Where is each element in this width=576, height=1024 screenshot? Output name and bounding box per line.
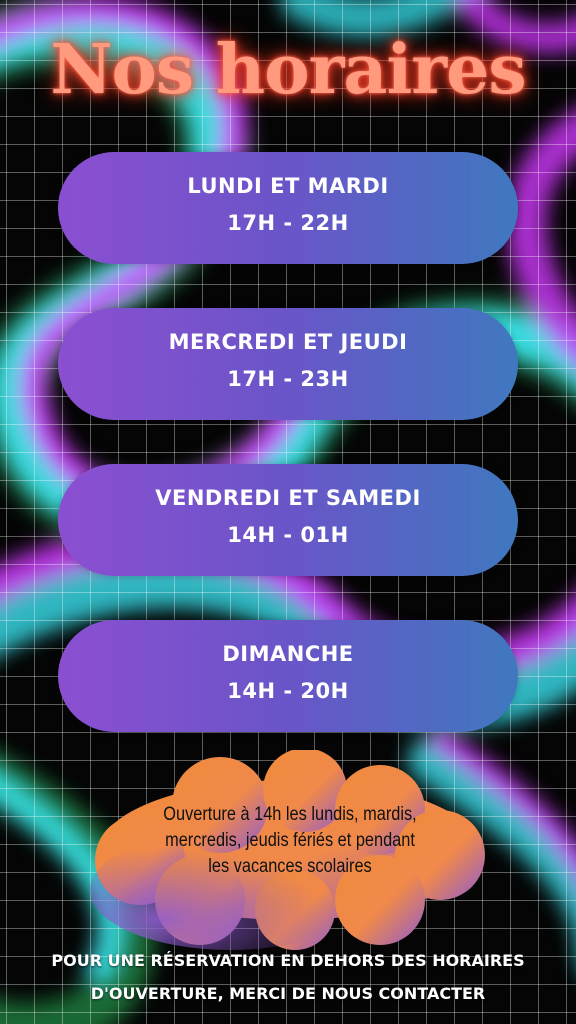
schedule-card-1: LUNDI ET MARDI 17H - 22H [58,152,518,264]
page-title: Nos horaires [50,30,526,110]
footer-line: POUR UNE RÉSERVATION EN DEHORS DES HORAI… [51,951,525,970]
schedule-card-4: DIMANCHE 14H - 20H [58,620,518,732]
schedule-hours: 14H - 01H [227,523,349,547]
schedule-card-2: MERCREDI ET JEUDI 17H - 23H [58,308,518,420]
schedule-days: VENDREDI ET SAMEDI [155,486,421,510]
contact-footer: POUR UNE RÉSERVATION EN DEHORS DES HORAI… [0,944,576,1010]
schedule-days: DIMANCHE [222,642,354,666]
schedule-hours: 17H - 22H [227,211,349,235]
note-line: Ouverture à 14h les lundis, mardis, [163,804,417,825]
schedule-hours: 14H - 20H [227,679,349,703]
footer-line: D'OUVERTURE, MERCI DE NOUS CONTACTER [90,984,486,1003]
schedule-days: LUNDI ET MARDI [187,174,389,198]
schedule-card-3: VENDREDI ET SAMEDI 14H - 01H [58,464,518,576]
note-line: les vacances scolaires [208,856,372,877]
opening-note: Ouverture à 14h les lundis, mardis, merc… [144,802,436,880]
schedule-hours: 17H - 23H [227,367,349,391]
note-line: mercredis, jeudis fériés et pendant [165,830,415,851]
schedule-days: MERCREDI ET JEUDI [168,330,408,354]
